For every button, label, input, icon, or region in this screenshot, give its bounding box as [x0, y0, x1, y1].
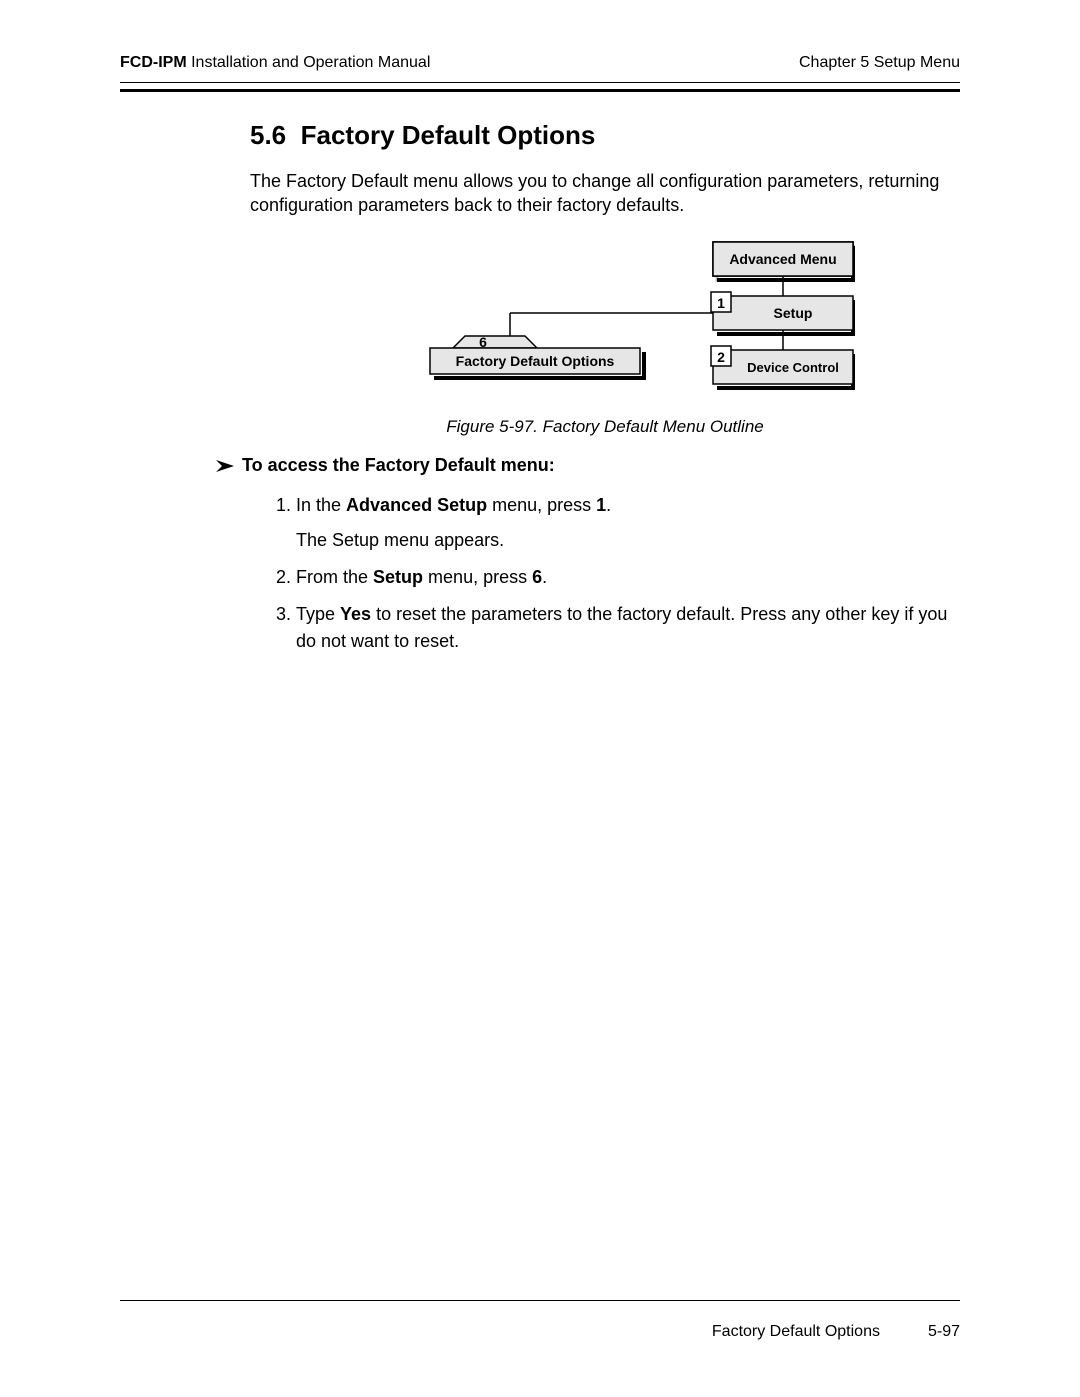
- step-bold: Advanced Setup: [346, 495, 487, 515]
- procedure-heading: To access the Factory Default menu:: [242, 455, 555, 476]
- procedure-steps: In the Advanced Setup menu, press 1. The…: [250, 492, 960, 655]
- step-text: In the: [296, 495, 346, 515]
- step-bold: Yes: [340, 604, 371, 624]
- product-name: FCD-IPM: [120, 54, 187, 71]
- intro-paragraph: The Factory Default menu allows you to c…: [250, 169, 960, 218]
- step-text: menu, press: [487, 495, 596, 515]
- header-right: Chapter 5 Setup Menu: [799, 54, 960, 72]
- step-text: .: [606, 495, 611, 515]
- body-column: 5.6 Factory Default Options The Factory …: [250, 120, 960, 655]
- page-header: FCD-IPM Installation and Operation Manua…: [120, 54, 960, 80]
- footer-page-number: 5-97: [928, 1323, 960, 1341]
- step-2: From the Setup menu, press 6.: [296, 564, 960, 591]
- step-bold: Setup: [373, 567, 423, 587]
- menu-tree-svg: Advanced Menu Setup 1 Device Control 2: [355, 232, 855, 402]
- procedure-heading-row: To access the Factory Default menu:: [214, 455, 960, 480]
- footer-rule: [120, 1300, 960, 1301]
- step-text: to reset the parameters to the factory d…: [296, 604, 947, 651]
- step-bold: 1: [596, 495, 606, 515]
- figure-caption: Figure 5-97. Factory Default Menu Outlin…: [250, 417, 960, 437]
- step-text: From the: [296, 567, 373, 587]
- step-substep: The Setup menu appears.: [296, 527, 960, 554]
- footer-title: Factory Default Options: [712, 1323, 880, 1341]
- section-heading: 5.6 Factory Default Options: [250, 120, 960, 151]
- header-left: FCD-IPM Installation and Operation Manua…: [120, 54, 430, 72]
- step-text: menu, press: [423, 567, 532, 587]
- step-3: Type Yes to reset the parameters to the …: [296, 601, 960, 655]
- manual-title: Installation and Operation Manual: [191, 54, 430, 71]
- step-text: Type: [296, 604, 340, 624]
- page: FCD-IPM Installation and Operation Manua…: [0, 0, 1080, 1397]
- box-device-num: 2: [717, 349, 725, 365]
- step-1: In the Advanced Setup menu, press 1. The…: [296, 492, 960, 554]
- box-setup-label: Setup: [774, 305, 813, 321]
- section-number: 5.6: [250, 120, 286, 150]
- box-setup-num: 1: [717, 295, 725, 311]
- box-advanced-menu: Advanced Menu: [729, 251, 836, 267]
- arrow-icon: [214, 455, 242, 480]
- header-rule: [120, 82, 960, 92]
- step-text: .: [542, 567, 547, 587]
- page-footer: Factory Default Options 5-97: [712, 1323, 960, 1341]
- section-title: Factory Default Options: [301, 120, 596, 150]
- figure-diagram: Advanced Menu Setup 1 Device Control 2: [250, 232, 960, 407]
- box-factory-label: Factory Default Options: [456, 353, 615, 369]
- box-device-label: Device Control: [747, 360, 839, 375]
- step-bold: 6: [532, 567, 542, 587]
